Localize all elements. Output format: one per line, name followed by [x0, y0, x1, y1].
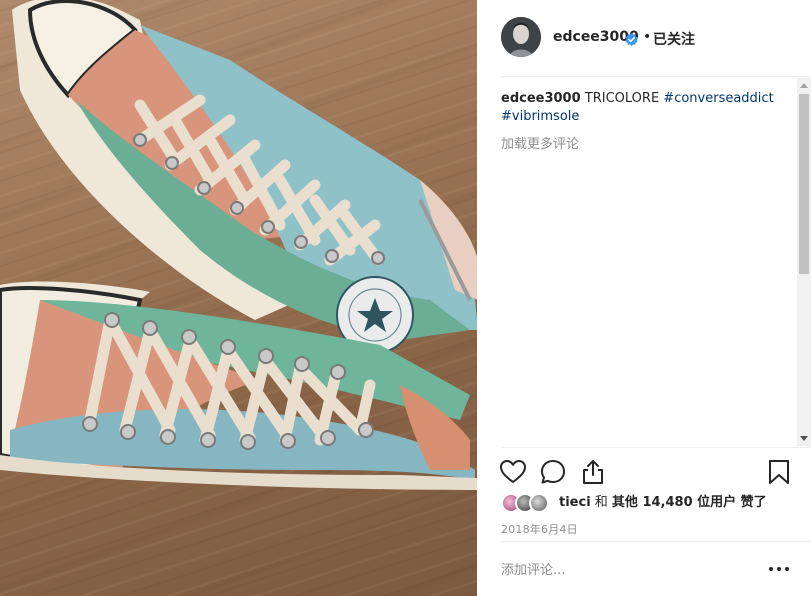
author-avatar[interactable] [501, 17, 541, 57]
verified-badge-icon [625, 31, 638, 46]
likes-suffix: 赞了 [736, 495, 767, 510]
post-header: edcee3000 • 已关注 [477, 0, 811, 76]
first-liker-link[interactable]: tieci [559, 495, 591, 510]
scroll-down-arrow-icon[interactable] [800, 436, 808, 441]
comment-icon[interactable] [539, 458, 567, 486]
add-comment-input[interactable] [501, 560, 751, 580]
header-divider [501, 76, 811, 77]
other-likers-link[interactable]: 其他 14,480 位用户 [612, 495, 736, 510]
follow-separator: • [643, 29, 652, 45]
hashtag-link[interactable]: #vibrimsole [501, 109, 579, 124]
post-details-panel: edcee3000 • 已关注 edcee3000 TRICOLORE #con… [477, 0, 811, 596]
likes-conjunction: 和 [590, 495, 612, 510]
sneakers-image [0, 0, 477, 490]
comments-scrollbar[interactable] [797, 78, 811, 446]
scroll-thumb[interactable] [799, 94, 809, 274]
actions-divider [501, 447, 811, 448]
caption-text: TRICOLORE [580, 91, 664, 106]
heart-icon[interactable] [499, 458, 527, 486]
following-button[interactable]: 已关注 [653, 29, 695, 49]
liker-avatars[interactable] [501, 493, 555, 513]
load-more-comments-link[interactable]: 加载更多评论 [501, 133, 579, 152]
hashtag-link[interactable]: #converseaddict [663, 91, 773, 106]
action-bar [477, 454, 811, 494]
bookmark-icon[interactable] [765, 458, 793, 486]
more-options-icon[interactable] [767, 560, 791, 578]
post-photo[interactable] [0, 0, 477, 596]
comment-divider [501, 541, 811, 542]
caption: edcee3000 TRICOLORE #converseaddict #vib… [501, 90, 781, 126]
share-icon[interactable] [579, 458, 607, 486]
post-date[interactable]: 2018年6月4日 [501, 521, 578, 537]
liker-avatar[interactable] [529, 493, 549, 513]
caption-username[interactable]: edcee3000 [501, 91, 581, 106]
likes-summary: tieci 和 其他 14,480 位用户 赞了 [501, 493, 801, 513]
likes-text: tieci 和 其他 14,480 位用户 赞了 [559, 493, 767, 513]
scroll-up-arrow-icon[interactable] [800, 83, 808, 88]
